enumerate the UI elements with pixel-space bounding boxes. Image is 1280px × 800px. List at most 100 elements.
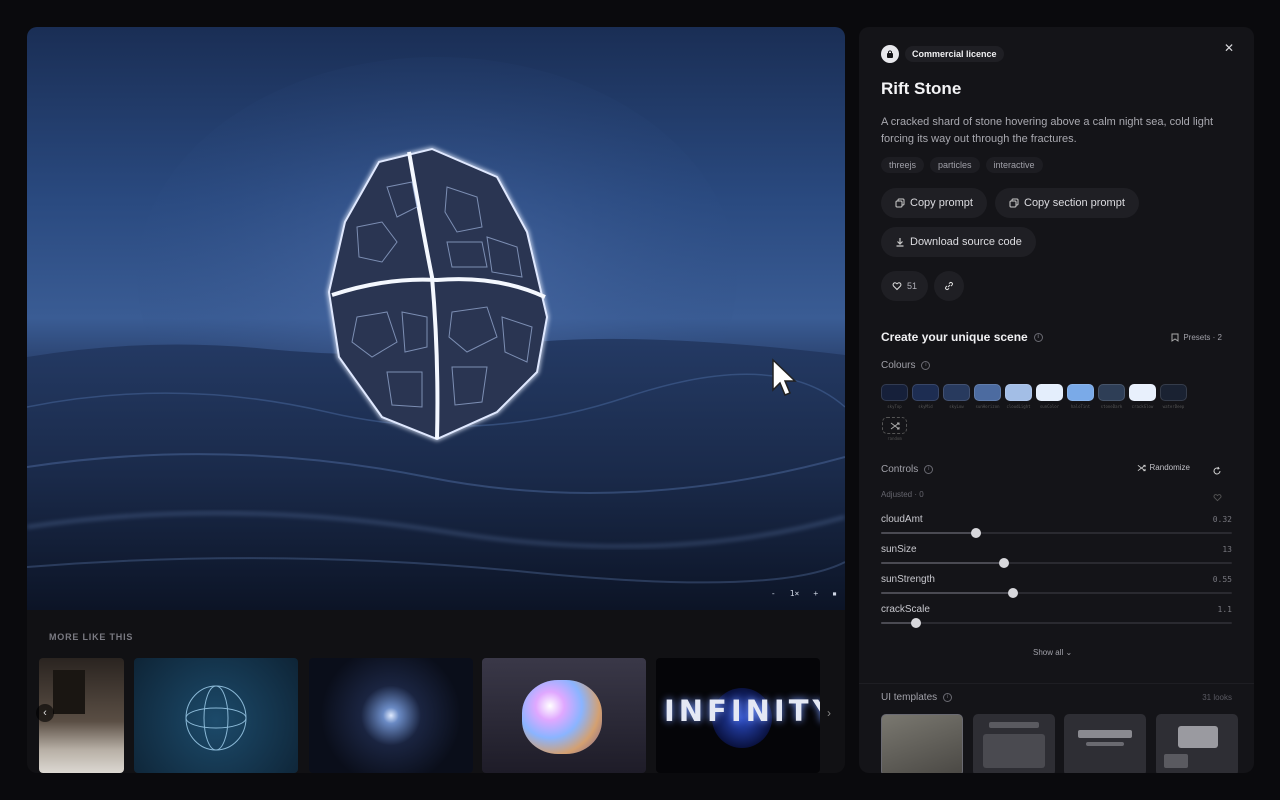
- copy-icon: [895, 198, 905, 208]
- like-button[interactable]: 51: [881, 271, 928, 301]
- swatch-color: [1005, 384, 1032, 401]
- speed-up-button[interactable]: +: [813, 589, 818, 598]
- swatch-label: skyTop: [887, 404, 902, 409]
- info-icon[interactable]: i: [924, 465, 934, 474]
- template-thumb-4[interactable]: [1156, 714, 1238, 773]
- info-icon[interactable]: i: [921, 361, 931, 370]
- download-source-button[interactable]: Download source code: [881, 227, 1036, 257]
- swatch-label: skyMid: [918, 404, 933, 409]
- swatch-color: [943, 384, 970, 401]
- show-all-button[interactable]: Show all ⌄: [1033, 648, 1072, 657]
- slider-value: 1.1: [1217, 605, 1232, 614]
- random-colours-button[interactable]: random: [881, 417, 908, 441]
- fullscreen-button[interactable]: ▪: [832, 589, 837, 598]
- swatch-color: [1129, 384, 1156, 401]
- tag-list: threejs particles interactive: [881, 157, 1043, 173]
- copy-prompt-button[interactable]: Copy prompt: [881, 188, 987, 218]
- swatch-skyLow[interactable]: skyLow: [943, 384, 970, 409]
- slider-track[interactable]: [881, 618, 1232, 628]
- more-thumb-4[interactable]: [482, 658, 646, 773]
- swatch-color: [1067, 384, 1094, 401]
- swatch-stoneDark[interactable]: stoneDark: [1098, 384, 1125, 409]
- template-thumb-1[interactable]: [881, 714, 963, 773]
- chevron-left-icon[interactable]: ‹: [36, 704, 54, 722]
- swatch-label: sunHorizon: [975, 404, 1000, 409]
- speed-down-button[interactable]: -: [771, 589, 776, 598]
- randomize-button[interactable]: Randomize: [1137, 463, 1190, 472]
- close-icon[interactable]: ✕: [1224, 41, 1234, 55]
- slider-fill: [881, 562, 1004, 564]
- slider-label: crackScale: [881, 604, 930, 615]
- license-label: Commercial licence: [905, 46, 1004, 62]
- scene-preview[interactable]: - 1× + ▪: [27, 27, 845, 610]
- tag-interactive[interactable]: interactive: [985, 157, 1043, 173]
- info-icon[interactable]: i: [943, 693, 953, 702]
- presets-button[interactable]: Presets · 2: [1171, 333, 1222, 342]
- scene-section-title: Create your unique scene i: [881, 330, 1043, 344]
- copy-prompt-label: Copy prompt: [910, 197, 973, 209]
- templates-count: 31 looks: [1202, 693, 1232, 702]
- license-badge-row: Commercial licence: [881, 45, 1004, 63]
- swatch-skyMid[interactable]: skyMid: [912, 384, 939, 409]
- heart-icon: [892, 282, 902, 291]
- copy-section-prompt-button[interactable]: Copy section prompt: [995, 188, 1139, 218]
- slider-handle[interactable]: [998, 558, 1009, 568]
- adjusted-count: Adjusted · 0: [881, 490, 924, 499]
- template-thumb-2[interactable]: [973, 714, 1055, 773]
- mouse-cursor: [771, 358, 797, 403]
- slider-track[interactable]: [881, 588, 1232, 598]
- license-icon: [881, 45, 899, 63]
- templates-title: UI templates i: [881, 692, 953, 703]
- tag-threejs[interactable]: threejs: [881, 157, 925, 173]
- more-like-this: MORE LIKE THIS INFINITY ‹ ›: [27, 610, 845, 773]
- swatch-cloudLight[interactable]: cloudLight: [1005, 384, 1032, 409]
- reset-icon[interactable]: [1212, 463, 1222, 481]
- slider-track[interactable]: [881, 558, 1232, 568]
- template-art: [1086, 742, 1124, 746]
- colours-title: Colours i: [881, 360, 931, 371]
- page-title: Rift Stone: [881, 79, 962, 98]
- swatch-label: crackGlow: [1131, 404, 1154, 409]
- slider-value: 0.32: [1212, 515, 1232, 524]
- randomize-label: Randomize: [1149, 463, 1190, 472]
- speed-label: 1×: [789, 589, 800, 598]
- tag-particles[interactable]: particles: [930, 157, 980, 173]
- swatch-haloTint[interactable]: haloTint: [1067, 384, 1094, 409]
- controls-label: Controls: [881, 464, 919, 475]
- swatch-waterDeep[interactable]: waterDeep: [1160, 384, 1187, 409]
- swatch-skyTop[interactable]: skyTop: [881, 384, 908, 409]
- swatch-label: haloTint: [1070, 404, 1091, 409]
- slider-label: cloudAmt: [881, 514, 923, 525]
- more-thumb-3[interactable]: [309, 658, 473, 773]
- slider-handle[interactable]: [970, 528, 981, 538]
- slider-track[interactable]: [881, 528, 1232, 538]
- chevron-right-icon[interactable]: ›: [827, 706, 831, 720]
- more-thumb-5[interactable]: INFINITY: [656, 658, 820, 773]
- presets-label: Presets · 2: [1183, 333, 1222, 342]
- slider-sunStrength: sunStrength 0.55: [881, 574, 1232, 598]
- slider-sunSize: sunSize 13: [881, 544, 1232, 568]
- slider-handle[interactable]: [1007, 588, 1018, 598]
- download-icon: [896, 238, 904, 247]
- shuffle-icon: [882, 417, 907, 434]
- more-thumb-2[interactable]: [134, 658, 298, 773]
- more-like-this-title: MORE LIKE THIS: [49, 632, 134, 642]
- share-link-button[interactable]: [934, 271, 964, 301]
- thumb-5-text: INFINITY: [664, 694, 820, 728]
- slider-crackScale: crackScale 1.1: [881, 604, 1232, 628]
- thumb-4-blob: [522, 680, 602, 754]
- swatch-color: [912, 384, 939, 401]
- swatch-color: [1098, 384, 1125, 401]
- swatch-crackGlow[interactable]: crackGlow: [1129, 384, 1156, 409]
- swatch-sunHorizon[interactable]: sunHorizon: [974, 384, 1001, 409]
- player-controls: - 1× + ▪: [771, 589, 837, 598]
- heart-icon[interactable]: [1213, 489, 1222, 507]
- swatch-color: [1160, 384, 1187, 401]
- slider-handle[interactable]: [911, 618, 922, 628]
- detail-panel: ✕ Commercial licence Rift Stone A cracke…: [859, 27, 1254, 773]
- info-icon[interactable]: i: [1033, 332, 1043, 342]
- description: A cracked shard of stone hovering above …: [881, 116, 1214, 145]
- swatch-label: skyLow: [949, 404, 964, 409]
- template-thumb-3[interactable]: [1064, 714, 1146, 773]
- swatch-sunColor[interactable]: sunColor: [1036, 384, 1063, 409]
